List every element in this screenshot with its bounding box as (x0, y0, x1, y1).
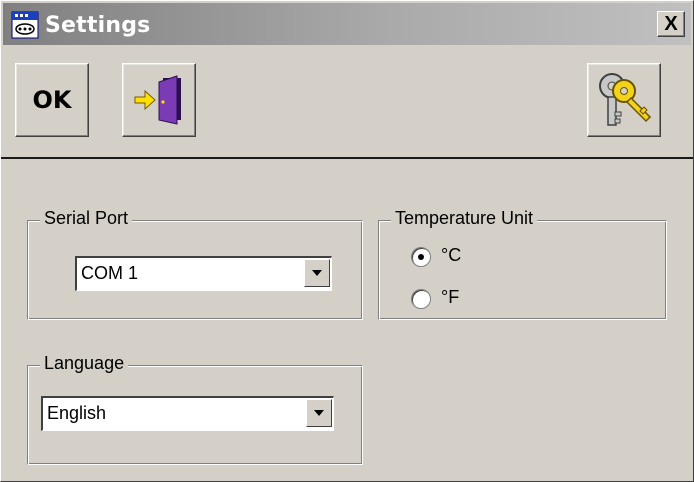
temperature-unit-label: Temperature Unit (391, 208, 538, 229)
language-label: Language (40, 353, 129, 374)
radio-button-fahrenheit[interactable] (411, 289, 431, 309)
title-bar[interactable]: Settings X (3, 3, 691, 45)
ok-button[interactable]: OK (15, 63, 89, 137)
exit-door-icon (134, 75, 181, 125)
temperature-unit-group: Temperature Unit °C °F (378, 208, 667, 320)
fahrenheit-label: °F (441, 287, 460, 307)
language-value: English (47, 403, 107, 423)
serial-port-dropdown[interactable]: COM 1 (75, 256, 332, 291)
app-icon (11, 11, 39, 39)
keys-icon (599, 73, 652, 126)
ok-label: OK (32, 86, 72, 114)
chevron-down-icon[interactable] (306, 399, 332, 427)
serial-port-value: COM 1 (81, 263, 139, 283)
close-button[interactable]: X (657, 11, 685, 37)
radio-button-celsius[interactable] (411, 247, 431, 267)
security-keys-button[interactable] (587, 63, 661, 137)
chevron-down-icon[interactable] (304, 259, 330, 287)
serial-port-group: Serial Port COM 1 (27, 208, 363, 320)
celsius-label: °C (441, 245, 462, 265)
serial-port-label: Serial Port (40, 208, 133, 229)
close-icon: X (664, 13, 678, 35)
language-group: Language English (27, 353, 363, 465)
settings-window: Settings X OK Serial Port COM 1 Temperat… (0, 0, 694, 482)
exit-button[interactable] (122, 63, 196, 137)
language-dropdown[interactable]: English (41, 396, 334, 431)
toolbar-separator (1, 157, 693, 159)
window-title: Settings (45, 13, 151, 38)
radio-selected-dot (418, 254, 424, 260)
